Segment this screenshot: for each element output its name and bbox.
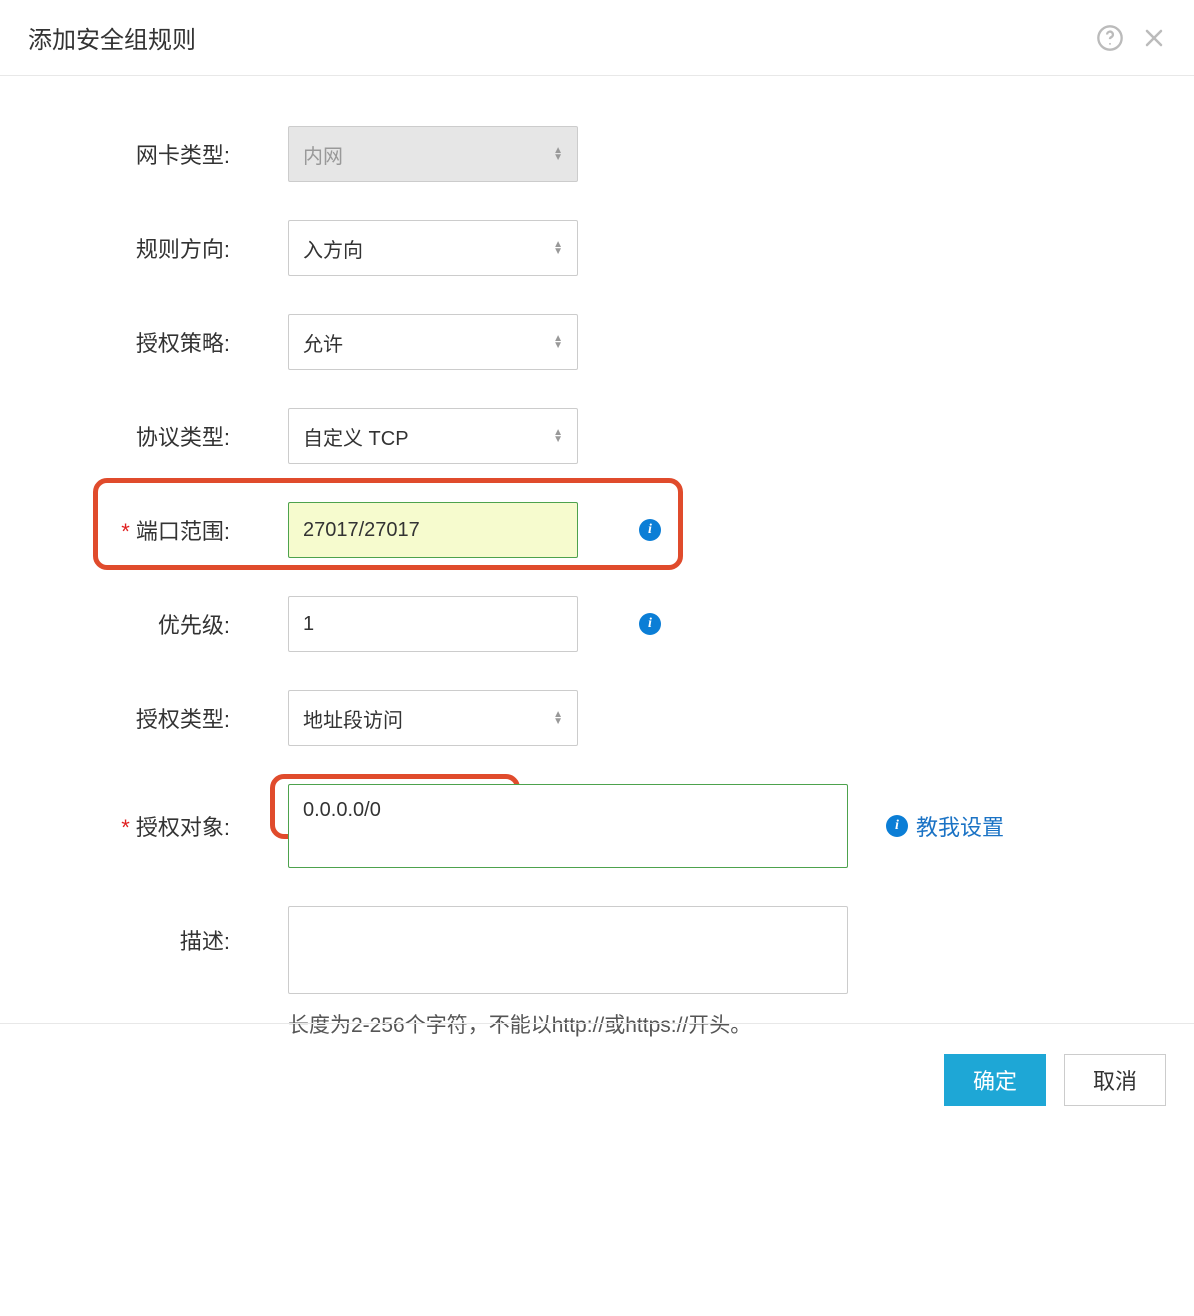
row-nic-type: 网卡类型: 内网 ▲▼ [0, 126, 1194, 182]
chevron-updown-icon: ▲▼ [553, 147, 563, 161]
label-description: 描述: [0, 906, 230, 956]
select-policy[interactable]: 允许 ▲▼ [288, 314, 578, 370]
input-port-range[interactable]: 27017/27017 [288, 502, 578, 558]
row-protocol: 协议类型: 自定义 TCP ▲▼ [0, 408, 1194, 464]
input-auth-object[interactable]: 0.0.0.0/0 [288, 784, 848, 868]
modal-footer: 确定 取消 [0, 1023, 1194, 1136]
input-priority[interactable]: 1 [288, 596, 578, 652]
row-direction: 规则方向: 入方向 ▲▼ [0, 220, 1194, 276]
label-auth-type: 授权类型: [0, 702, 230, 734]
row-priority: 优先级: 1 i [0, 596, 1194, 652]
row-auth-object: 授权对象: 0.0.0.0/0 i 教我设置 [0, 784, 1194, 868]
chevron-updown-icon: ▲▼ [553, 241, 563, 255]
row-port-range: 端口范围: 27017/27017 i [0, 502, 1194, 558]
select-nic-type: 内网 ▲▼ [288, 126, 578, 182]
select-value: 地址段访问 [303, 704, 403, 733]
select-direction[interactable]: 入方向 ▲▼ [288, 220, 578, 276]
cancel-button[interactable]: 取消 [1064, 1054, 1166, 1106]
modal-title: 添加安全组规则 [28, 20, 196, 55]
input-value: 0.0.0.0/0 [303, 799, 381, 821]
select-value: 允许 [303, 328, 343, 357]
label-policy: 授权策略: [0, 326, 230, 358]
teach-settings-link[interactable]: i 教我设置 [886, 810, 1004, 842]
confirm-button[interactable]: 确定 [944, 1054, 1046, 1106]
row-description: 描述: 长度为2-256个字符，不能以http://或https://开头。 [0, 906, 1194, 1039]
label-port-range: 端口范围: [0, 514, 230, 546]
row-auth-type: 授权类型: 地址段访问 ▲▼ [0, 690, 1194, 746]
info-icon[interactable]: i [639, 519, 661, 541]
close-icon[interactable] [1142, 26, 1166, 50]
header-actions [1096, 24, 1166, 52]
select-value: 入方向 [303, 234, 363, 263]
info-icon: i [886, 815, 908, 837]
label-priority: 优先级: [0, 608, 230, 640]
row-policy: 授权策略: 允许 ▲▼ [0, 314, 1194, 370]
info-icon[interactable]: i [639, 613, 661, 635]
label-nic-type: 网卡类型: [0, 138, 230, 170]
input-value: 1 [303, 613, 314, 636]
select-value: 内网 [303, 140, 343, 169]
teach-link-text: 教我设置 [916, 810, 1004, 842]
chevron-updown-icon: ▲▼ [553, 429, 563, 443]
chevron-updown-icon: ▲▼ [553, 335, 563, 349]
select-value: 自定义 TCP [303, 422, 409, 451]
label-auth-object: 授权对象: [0, 810, 230, 842]
textarea-description[interactable] [288, 906, 848, 994]
modal-header: 添加安全组规则 [0, 0, 1194, 76]
label-direction: 规则方向: [0, 232, 230, 264]
help-icon[interactable] [1096, 24, 1124, 52]
select-auth-type[interactable]: 地址段访问 ▲▼ [288, 690, 578, 746]
input-value: 27017/27017 [303, 519, 420, 542]
label-protocol: 协议类型: [0, 420, 230, 452]
form-body: 网卡类型: 内网 ▲▼ 规则方向: 入方向 ▲▼ 授权策略: 允许 ▲▼ 协议类… [0, 76, 1194, 1117]
chevron-updown-icon: ▲▼ [553, 711, 563, 725]
select-protocol[interactable]: 自定义 TCP ▲▼ [288, 408, 578, 464]
